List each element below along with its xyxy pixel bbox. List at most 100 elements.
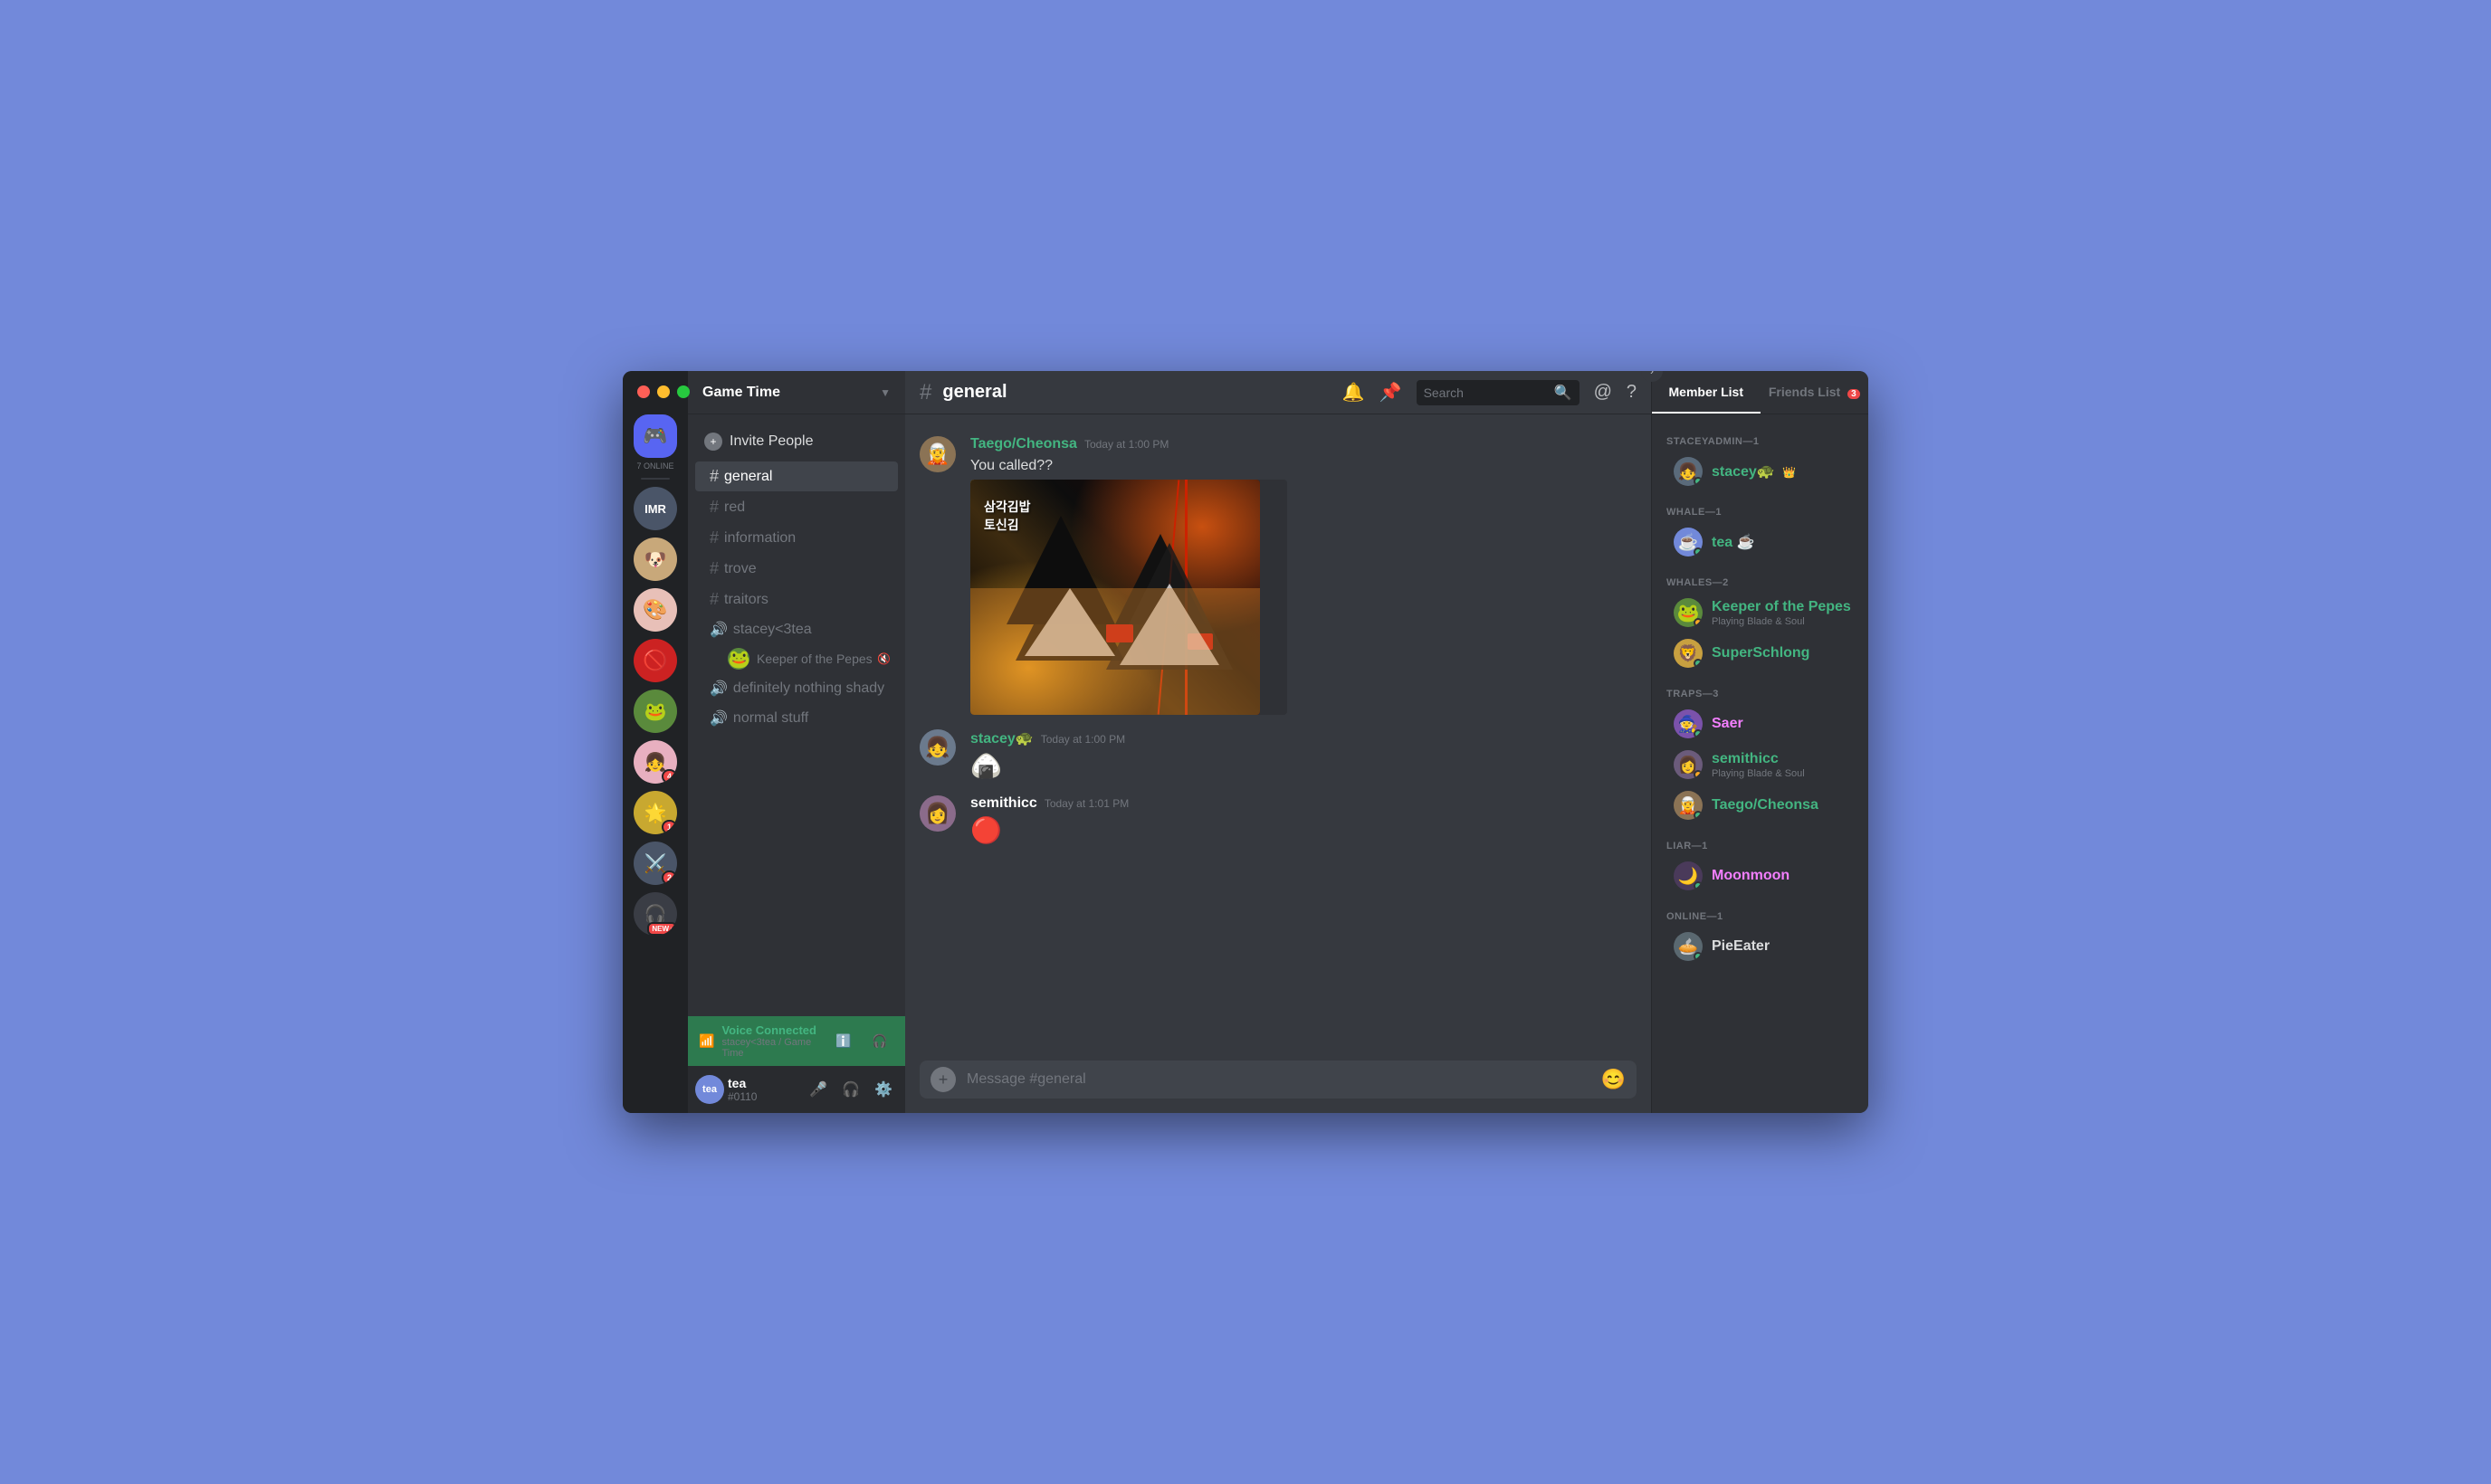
user-discriminator: #0110 [728,1090,800,1103]
message-input-area: + 😊 [905,1061,1651,1113]
server-icon-yellow[interactable]: 🌟 1 [634,791,677,834]
msg-avatar-stacey: 👧 [920,729,956,766]
add-file-button[interactable]: + [931,1067,956,1092]
voice-channel-header-stacey[interactable]: 🔊 stacey<3tea [695,615,898,644]
voice-channel-stacey: 🔊 stacey<3tea 🐸 Keeper of the Pepes 🔇 [695,615,898,673]
member-info-superschlong: SuperSchlong [1712,645,1809,661]
voice-settings-button[interactable]: 🎧 [865,1027,894,1056]
notification-bell-icon[interactable]: 🔔 [1342,381,1365,404]
user-area: tea tea #0110 🎤 🎧 ⚙️ [688,1066,905,1113]
server-icon-imr[interactable]: IMR [634,487,677,530]
server-icon-char[interactable]: ⚔️ 2 [634,842,677,885]
speaker-icon: 🔊 [710,621,728,639]
user-info: tea #0110 [728,1076,800,1103]
voice-member-avatar-keeper: 🐸 [728,648,749,670]
msg-author-taego[interactable]: Taego/Cheonsa [970,436,1077,452]
mute-button[interactable]: 🎤 [804,1075,833,1104]
channel-name-trove: trove [724,561,757,577]
settings-button[interactable]: ⚙️ [869,1075,898,1104]
server-icon-dog[interactable]: 🐶 [634,537,677,581]
message-input[interactable] [967,1061,1590,1099]
voice-member-keeper[interactable]: 🐸 Keeper of the Pepes 🔇 [695,644,898,673]
tab-friends-list[interactable]: Friends List 3 [1761,372,1869,414]
voice-channel-name-stacey: stacey<3tea [733,622,812,638]
msg-avatar-taego: 🧝 [920,436,956,472]
member-stacey[interactable]: 👧 stacey🐢 👑 [1659,452,1861,491]
member-avatar-keeper: 🐸 [1674,598,1703,627]
hash-icon: # [710,498,719,517]
help-button[interactable]: ? [1627,382,1637,403]
member-info-keeper: Keeper of the Pepes Playing Blade & Soul [1712,599,1851,627]
server-list: 🎮 7 ONLINE IMR 🐶 🎨 🚫 🐸 👧 4 🌟 1 ⚔️ 2 🎧 NE… [623,371,688,1113]
msg-content-1: Taego/Cheonsa Today at 1:00 PM You calle… [970,436,1637,715]
msg-text-1: You called?? [970,456,1637,476]
member-keeper[interactable]: 🐸 Keeper of the Pepes Playing Blade & So… [1659,593,1861,633]
member-moonmoon[interactable]: 🌙 Moonmoon [1659,856,1861,896]
member-taego[interactable]: 🧝 Taego/Cheonsa [1659,785,1861,825]
category-whales2: WHALES—2 [1652,563,1868,592]
category-traps: TRAPS—3 [1652,674,1868,703]
member-pieeater[interactable]: 🥧 PieEater [1659,927,1861,966]
maximize-button[interactable] [677,385,690,398]
voice-member-name-keeper: Keeper of the Pepes [757,652,873,666]
member-list-header: Member List Friends List 3 [1652,371,1868,414]
mention-button[interactable]: @ [1594,382,1612,403]
channel-information[interactable]: # information [695,523,898,553]
search-bar[interactable]: 🔍 [1417,380,1580,405]
msg-avatar-semi: 👩 [920,795,956,832]
member-avatar-stacey: 👧 [1674,457,1703,486]
channel-trove[interactable]: # trove [695,554,898,584]
voice-info-button[interactable]: ℹ️ [829,1027,858,1056]
voice-connected-location: stacey<3tea / Game Time [721,1037,822,1059]
channel-traitors[interactable]: # traitors [695,585,898,614]
member-name-saer: Saer [1712,716,1743,732]
user-avatar: tea [695,1075,724,1104]
member-name-pieeater: PieEater [1712,938,1770,955]
server-badge-yellow: 1 [662,820,677,834]
msg-emoji-red: 🔴 [970,815,1637,845]
search-input[interactable] [1424,385,1547,400]
status-dot-taego [1694,811,1703,820]
msg-author-stacey[interactable]: stacey🐢 [970,729,1034,747]
channel-general[interactable]: # general [695,461,898,491]
voice-channel-name-normal: normal stuff [733,710,808,727]
tab-member-list[interactable]: Member List [1652,372,1761,414]
member-info-tea: tea ☕ [1712,533,1755,551]
close-button[interactable] [637,385,650,398]
voice-channel-header-shady[interactable]: 🔊 definitely nothing shady [695,674,898,703]
member-superschlong[interactable]: 🦁 SuperSchlong [1659,633,1861,673]
food-image: 삼각김밥토신김 [970,480,1260,715]
server-icon-main[interactable]: 🎮 [634,414,677,458]
server-icon-pepe[interactable]: 🐸 [634,690,677,733]
channel-hash-icon: # [920,380,931,405]
messages-area: 🧝 Taego/Cheonsa Today at 1:00 PM You cal… [905,414,1651,1061]
member-saer[interactable]: 🧙 Saer [1659,704,1861,744]
member-name-tea: tea ☕ [1712,533,1755,551]
category-liar: LIAR—1 [1652,826,1868,855]
member-semithicc[interactable]: 👩 semithicc Playing Blade & Soul [1659,745,1861,785]
deafen-button[interactable]: 🎧 [836,1075,865,1104]
server-icon-headphone[interactable]: 🎧 NEW↓ [634,892,677,936]
channel-name-general: general [724,469,772,485]
msg-author-semithicc[interactable]: semithicc [970,795,1037,812]
member-info-semithicc: semithicc Playing Blade & Soul [1712,751,1805,779]
emoji-button[interactable]: 😊 [1601,1068,1626,1091]
server-badge-girl: 4 [662,769,677,784]
member-avatar-pieeater: 🥧 [1674,932,1703,961]
msg-header-2: stacey🐢 Today at 1:00 PM [970,729,1637,747]
mute-icon: 🔇 [877,652,891,665]
pin-icon[interactable]: 📌 [1379,381,1402,404]
voice-channel-header-normal[interactable]: 🔊 normal stuff [695,704,898,733]
sidebar-header[interactable]: Game Time ▼ [688,371,905,414]
member-tea[interactable]: ☕ tea ☕ [1659,522,1861,562]
minimize-button[interactable] [657,385,670,398]
server-icon-redx[interactable]: 🚫 [634,639,677,682]
server-icon-anime[interactable]: 🎨 [634,588,677,632]
member-avatar-semithicc: 👩 [1674,750,1703,779]
server-icon-girl[interactable]: 👧 4 [634,740,677,784]
member-sub-keeper: Playing Blade & Soul [1712,616,1851,627]
channel-red[interactable]: # red [695,492,898,522]
invite-people-button[interactable]: + Invite People [695,425,898,458]
voice-channel-shady: 🔊 definitely nothing shady [695,674,898,703]
message-input-box: + 😊 [920,1061,1637,1099]
